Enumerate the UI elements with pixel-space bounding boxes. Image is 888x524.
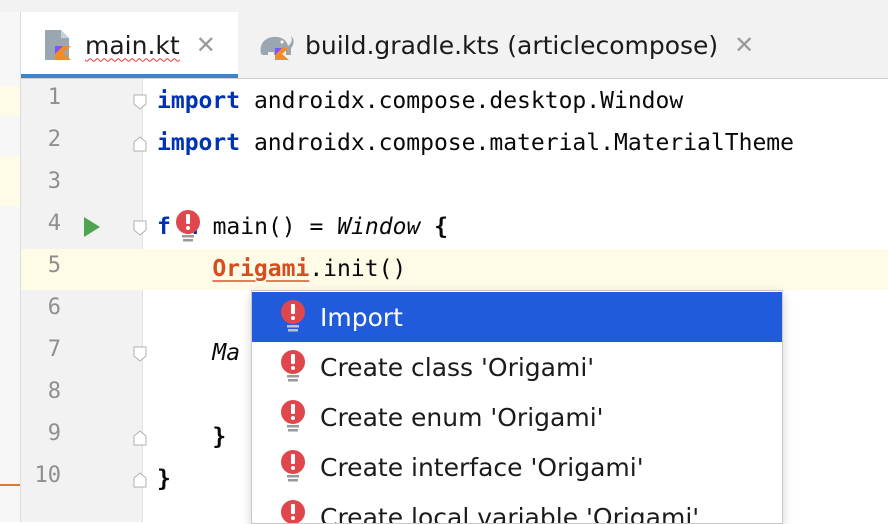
- code-text: main() =: [199, 214, 337, 240]
- popup-item-create-local-variable[interactable]: Create local variable 'Origami': [252, 492, 782, 524]
- error-bulb-icon: [280, 399, 306, 435]
- code-indent: [157, 256, 212, 282]
- kotlin-file-icon: [41, 28, 75, 62]
- side-panel-marker: [0, 484, 20, 486]
- popup-item-create-enum[interactable]: Create enum 'Origami': [252, 392, 782, 442]
- line-number: 2: [21, 127, 61, 152]
- code-text: androidx.compose.material.MaterialTheme: [240, 130, 794, 156]
- popup-item-label: Create interface 'Origami': [320, 453, 644, 482]
- tab-label: main.kt: [85, 31, 180, 60]
- code-line-1[interactable]: import androidx.compose.desktop.Window: [157, 80, 683, 122]
- fold-end-icon[interactable]: [133, 136, 147, 152]
- line-number: 4: [21, 211, 61, 236]
- code-line-7[interactable]: Ma: [157, 332, 240, 374]
- error-bulb-icon[interactable]: [175, 209, 201, 245]
- tab-label: build.gradle.kts (articlecompose): [305, 31, 718, 60]
- side-panel-highlight: [0, 156, 20, 206]
- code-indent: [157, 340, 212, 366]
- error-bulb-icon: [280, 499, 306, 524]
- code-function-call: Ma: [212, 340, 240, 366]
- popup-item-label: Import: [320, 303, 403, 332]
- keyword: import: [157, 130, 240, 156]
- editor-tab-bar: main.kt ✕ build.gradle.kts (articlecompo…: [21, 12, 888, 79]
- error-bulb-icon: [280, 349, 306, 385]
- code-line-10[interactable]: }: [157, 458, 171, 500]
- code-line-2[interactable]: import androidx.compose.material.Materia…: [157, 122, 794, 164]
- popup-item-label: Create class 'Origami': [320, 353, 594, 382]
- popup-item-label: Create enum 'Origami': [320, 403, 604, 432]
- code-brace: }: [157, 466, 171, 492]
- code-indent: [157, 424, 212, 450]
- gradle-elephant-icon: [255, 28, 295, 62]
- close-icon[interactable]: ✕: [196, 31, 216, 59]
- fold-end-icon[interactable]: [133, 430, 147, 446]
- intention-actions-popup: Import Create class 'Origami' Create enu…: [251, 290, 783, 524]
- active-tab-indicator: [21, 74, 238, 78]
- code-line-9[interactable]: }: [157, 416, 226, 458]
- popup-item-import[interactable]: Import: [252, 292, 782, 342]
- popup-item-label: Create local variable 'Origami': [320, 503, 699, 524]
- code-text: .init(): [309, 256, 406, 282]
- unresolved-reference[interactable]: Origami: [212, 256, 309, 282]
- error-bulb-icon: [280, 449, 306, 485]
- side-panel-highlight: [0, 86, 20, 116]
- popup-item-create-class[interactable]: Create class 'Origami': [252, 342, 782, 392]
- close-icon[interactable]: ✕: [734, 31, 754, 59]
- fold-start-icon[interactable]: [133, 94, 147, 110]
- fold-end-icon[interactable]: [133, 472, 147, 488]
- keyword: import: [157, 88, 240, 114]
- line-number: 9: [21, 421, 61, 446]
- fold-start-icon[interactable]: [133, 346, 147, 362]
- line-number: 3: [21, 169, 61, 194]
- line-number: 8: [21, 379, 61, 404]
- run-icon[interactable]: [84, 217, 100, 237]
- error-bulb-icon: [280, 299, 306, 335]
- code-line-5[interactable]: Origami.init(): [157, 248, 406, 290]
- tab-main-kt[interactable]: main.kt ✕: [21, 12, 238, 78]
- keyword: f: [157, 214, 171, 240]
- project-side-panel: [0, 12, 21, 522]
- tab-build-gradle[interactable]: build.gradle.kts (articlecompose) ✕: [255, 12, 815, 78]
- popup-item-create-interface[interactable]: Create interface 'Origami': [252, 442, 782, 492]
- line-number: 5: [21, 253, 61, 278]
- code-function-call: Window: [337, 214, 420, 240]
- code-text: androidx.compose.desktop.Window: [240, 88, 683, 114]
- line-number: 7: [21, 337, 61, 362]
- current-line-highlight: [21, 249, 888, 290]
- line-number: 10: [21, 463, 61, 488]
- fold-start-icon[interactable]: [133, 220, 147, 236]
- line-number: 1: [21, 85, 61, 110]
- line-number: 6: [21, 295, 61, 320]
- code-brace: }: [212, 424, 226, 450]
- code-brace: {: [420, 214, 448, 240]
